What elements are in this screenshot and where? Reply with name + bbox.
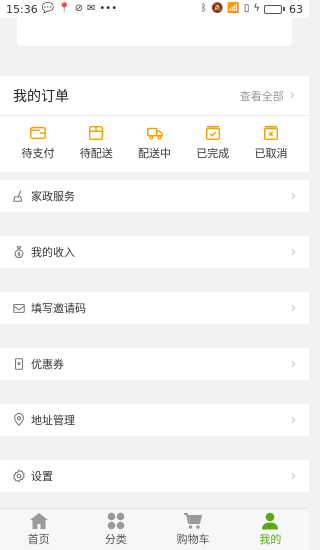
order-status-label: 配送中 [138, 147, 171, 160]
order-status-label: 已取消 [254, 147, 288, 160]
wallet-icon [30, 126, 46, 140]
menu-list: 家政服务 › 我的收入 › 填写邀请码 › 优惠券 › 地址管理 › 设置 › [0, 180, 309, 492]
chevron-right-icon: › [290, 300, 296, 316]
order-completed[interactable]: 已完成 [185, 124, 241, 162]
view-all-label: 查看全部 [239, 89, 284, 103]
location-icon: 📍 [58, 3, 71, 14]
tab-mine[interactable]: 我的 [232, 509, 309, 550]
order-status-label: 待配送 [79, 147, 113, 160]
menu-settings[interactable]: 设置 › [0, 460, 309, 492]
profile-card [17, 18, 292, 46]
menu-coupons[interactable]: 优惠券 › [0, 348, 309, 380]
package-icon [89, 125, 104, 141]
location-pin-icon [14, 413, 24, 426]
profile-card-wrap [0, 18, 309, 58]
status-bar: 15:36 💬 📍 ⊘ ✉ ••• ᛒ 🔕 📶 ▯ ϟ 63 [0, 0, 309, 18]
chevron-right-icon: › [290, 468, 296, 484]
order-status-grid: 待支付 待配送 配送中 已完成 已取消 [0, 116, 309, 172]
tab-label: 分类 [104, 533, 127, 546]
menu-income[interactable]: 我的收入 › [0, 236, 309, 268]
check-box-icon [205, 125, 220, 141]
cart-icon [184, 513, 203, 529]
menu-address[interactable]: 地址管理 › [0, 404, 309, 436]
tab-home[interactable]: 首页 [0, 509, 77, 550]
broom-icon [13, 190, 23, 202]
mail-icon: ✉ [87, 3, 96, 14]
menu-label: 优惠券 [31, 358, 64, 371]
status-left: 15:36 💬 📍 ⊘ ✉ ••• [6, 3, 117, 16]
chevron-right-icon: › [290, 244, 296, 260]
menu-label: 填写邀请码 [31, 302, 86, 315]
order-cancelled[interactable]: 已取消 [243, 124, 299, 162]
truck-icon [146, 127, 163, 140]
tab-label: 首页 [27, 533, 50, 546]
bluetooth-icon: ᛒ [200, 3, 207, 14]
menu-label: 我的收入 [31, 246, 75, 259]
tab-label: 购物车 [176, 533, 210, 546]
cancel-box-icon [263, 125, 279, 141]
order-pending-payment[interactable]: 待支付 [10, 124, 66, 162]
view-all-orders-link[interactable]: 查看全部 › [240, 88, 295, 104]
orders-header: 我的订单 查看全部 › [0, 76, 309, 116]
orders-section: 我的订单 查看全部 › 待支付 待配送 配送中 已完成 已取消 [0, 76, 309, 172]
orders-title: 我的订单 [13, 88, 69, 105]
order-in-delivery[interactable]: 配送中 [127, 124, 183, 162]
money-bag-icon [14, 246, 24, 259]
order-pending-delivery[interactable]: 待配送 [68, 124, 124, 162]
status-time: 15:36 [6, 2, 38, 16]
coupon-icon [14, 358, 24, 370]
battery-icon [264, 4, 285, 14]
chevron-right-icon: › [289, 88, 295, 103]
charging-icon: ϟ [253, 3, 260, 14]
chat-icon: 💬 [41, 3, 55, 14]
grid-icon [107, 512, 125, 530]
order-status-label: 待支付 [21, 147, 55, 160]
tab-label: 我的 [259, 533, 282, 546]
status-right: ᛒ 🔕 📶 ▯ ϟ 63 [201, 3, 303, 16]
menu-invite-code[interactable]: 填写邀请码 › [0, 292, 309, 324]
menu-housekeeping[interactable]: 家政服务 › [0, 180, 309, 212]
tab-cart[interactable]: 购物车 [155, 509, 232, 550]
chevron-right-icon: › [290, 188, 296, 204]
battery-percent: 63 [289, 2, 303, 16]
more-icon: ••• [99, 3, 118, 14]
tab-category[interactable]: 分类 [77, 509, 154, 550]
mute-icon: 🔕 [210, 3, 224, 14]
order-status-label: 已完成 [196, 147, 230, 160]
envelope-icon [13, 303, 25, 313]
wifi-icon: 📶 [227, 3, 240, 14]
bottom-tab-bar: 首页 分类 购物车 我的 [0, 508, 309, 550]
sim-icon: ▯ [243, 3, 250, 14]
chevron-right-icon: › [290, 412, 296, 428]
user-icon [262, 512, 279, 530]
menu-label: 地址管理 [31, 414, 75, 427]
menu-label: 设置 [31, 470, 53, 483]
menu-label: 家政服务 [31, 190, 75, 203]
chevron-right-icon: › [290, 356, 296, 372]
home-icon [29, 513, 48, 529]
clock-icon: ⊘ [74, 3, 83, 14]
gear-icon [13, 469, 25, 483]
